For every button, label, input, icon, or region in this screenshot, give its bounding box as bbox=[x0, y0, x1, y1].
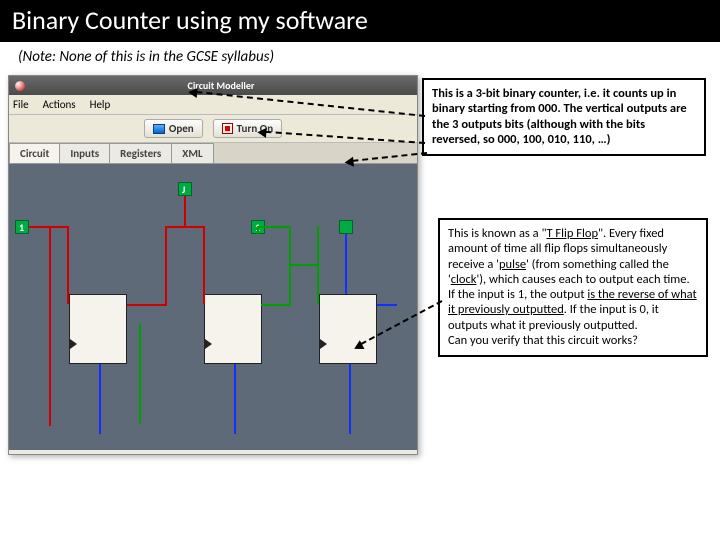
menu-actions[interactable]: Actions bbox=[43, 98, 76, 111]
flip-flop-1 bbox=[69, 294, 127, 364]
wire bbox=[203, 226, 205, 304]
tab-inputs[interactable]: Inputs bbox=[59, 143, 110, 163]
window-title: Circuit Modeller bbox=[31, 79, 411, 92]
wire bbox=[49, 226, 51, 426]
menu-file[interactable]: File bbox=[13, 98, 29, 111]
callout-top-text: This is a 3-bit binary counter, i.e. it … bbox=[432, 86, 687, 147]
terminal-label-1a: 1 bbox=[19, 221, 24, 234]
terminal-label-j: J bbox=[182, 183, 185, 196]
wire bbox=[349, 364, 351, 434]
app-icon bbox=[15, 81, 25, 91]
open-button[interactable]: Open bbox=[144, 119, 203, 138]
wire bbox=[261, 304, 291, 306]
flip-flop-2 bbox=[204, 294, 262, 364]
tab-xml[interactable]: XML bbox=[171, 143, 213, 163]
circuit-modeller-window: Circuit Modeller File Actions Help Open … bbox=[8, 75, 418, 455]
tab-circuit[interactable]: Circuit bbox=[9, 143, 60, 163]
wire bbox=[345, 234, 347, 294]
wire bbox=[234, 364, 236, 434]
wire bbox=[127, 304, 167, 306]
wire bbox=[165, 226, 167, 306]
open-icon bbox=[153, 124, 165, 134]
flip-flop-3 bbox=[319, 294, 377, 364]
open-label: Open bbox=[169, 122, 194, 135]
wire bbox=[99, 364, 101, 434]
menu-help[interactable]: Help bbox=[90, 98, 111, 111]
wire bbox=[377, 304, 397, 306]
menubar: File Actions Help bbox=[9, 95, 417, 115]
wire bbox=[139, 324, 141, 424]
wire bbox=[289, 226, 291, 306]
power-icon bbox=[222, 123, 233, 134]
slide-subtitle: (Note: None of this is in the GCSE sylla… bbox=[0, 42, 720, 70]
wire bbox=[289, 264, 319, 266]
callout-top: This is a 3-bit binary counter, i.e. it … bbox=[422, 78, 706, 156]
callout-bottom: This is known as a "T Flip Flop". Every … bbox=[438, 218, 708, 357]
wire bbox=[257, 226, 259, 234]
output-terminal-3 bbox=[339, 220, 353, 234]
tab-registers[interactable]: Registers bbox=[109, 143, 172, 163]
turn-on-button[interactable]: Turn On bbox=[213, 119, 282, 138]
slide-title: Binary Counter using my software bbox=[0, 0, 720, 42]
wire bbox=[165, 226, 205, 228]
wire bbox=[184, 196, 186, 226]
callout-bottom-question: Can you verify that this circuit works? bbox=[448, 333, 638, 348]
circuit-canvas[interactable]: J 1 1 bbox=[9, 164, 417, 450]
wire bbox=[257, 226, 291, 228]
wire bbox=[67, 226, 69, 304]
callout-bottom-text: This is known as a "T Flip Flop". Every … bbox=[448, 226, 697, 333]
